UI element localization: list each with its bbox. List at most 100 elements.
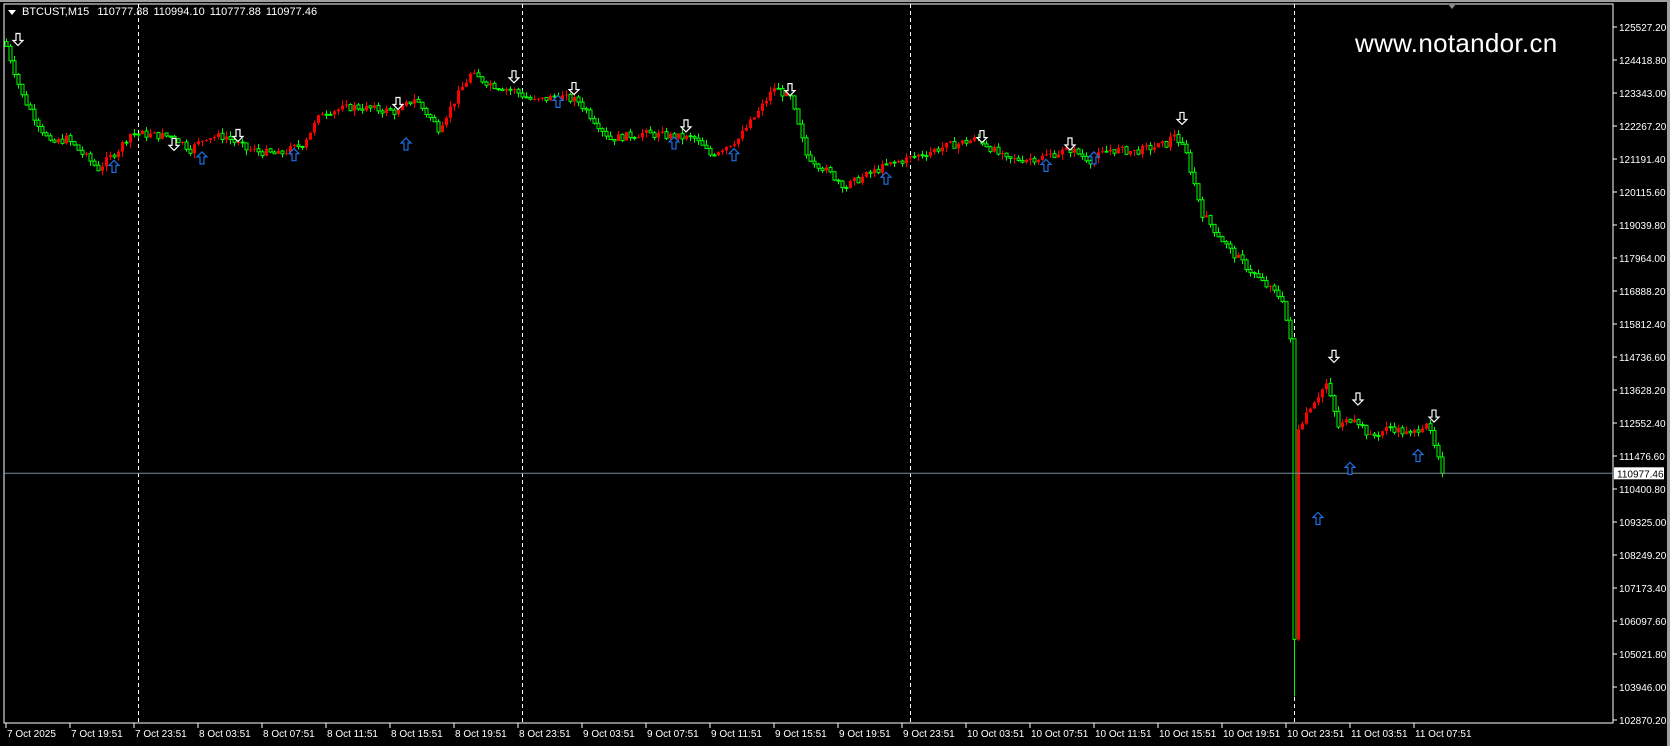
- bear-candle: [16, 73, 21, 85]
- bull-candle: [1121, 146, 1124, 148]
- bull-candle: [1153, 147, 1156, 150]
- bull-candle: [205, 139, 208, 141]
- bear-candle: [1256, 273, 1261, 278]
- bear-candle: [44, 132, 49, 137]
- chart-shift-marker-icon[interactable]: [1448, 4, 1456, 9]
- bear-candle: [988, 146, 993, 153]
- bear-candle: [832, 171, 837, 181]
- buy-arrow-icon: [1343, 461, 1357, 475]
- bear-candle: [604, 130, 609, 137]
- bear-candle: [1232, 247, 1237, 259]
- bear-candle: [376, 104, 381, 112]
- bear-candle: [652, 132, 657, 139]
- bull-candle: [1405, 431, 1408, 434]
- bear-candle: [132, 133, 137, 136]
- bear-candle: [884, 163, 889, 166]
- bull-candle: [973, 137, 976, 141]
- bear-candle: [428, 114, 433, 119]
- bull-candle: [737, 138, 740, 145]
- y-tick-label: 121191.40: [1619, 155, 1666, 166]
- bull-candle: [993, 147, 996, 152]
- bull-candle: [1317, 397, 1320, 403]
- bear-candle: [20, 83, 25, 96]
- bull-candle: [341, 105, 344, 110]
- y-tick-label: 116888.20: [1619, 287, 1666, 298]
- bear-candle: [552, 95, 557, 98]
- bear-candle: [844, 186, 849, 189]
- bull-candle: [961, 140, 964, 144]
- bull-candle: [65, 135, 68, 144]
- y-tick-label: 119039.80: [1619, 221, 1666, 232]
- bull-candle: [305, 139, 308, 148]
- bull-candle: [1109, 149, 1112, 152]
- bull-candle: [201, 140, 204, 142]
- bear-candle: [1272, 285, 1277, 291]
- sell-arrow-icon: [1327, 349, 1341, 364]
- bull-candle: [441, 125, 444, 133]
- bear-candle: [1336, 410, 1341, 428]
- bear-candle: [600, 128, 605, 132]
- bull-candle: [153, 132, 156, 134]
- y-tick-label: 124418.80: [1619, 56, 1667, 67]
- x-tick-label: 8 Oct 19:51: [455, 729, 507, 740]
- bear-candle: [688, 135, 693, 138]
- sell-arrow-icon: [11, 32, 25, 47]
- bear-candle: [912, 155, 917, 158]
- bear-candle: [584, 108, 589, 111]
- bull-candle: [397, 109, 400, 115]
- bear-candle: [272, 151, 277, 155]
- bull-candle: [197, 141, 200, 145]
- y-tick-label: 114736.60: [1619, 353, 1666, 364]
- y-tick-label: 117964.00: [1619, 254, 1666, 265]
- bear-candle: [812, 160, 817, 165]
- bull-candle: [181, 141, 184, 143]
- watermark: www.notandor.cn: [1355, 28, 1558, 58]
- bear-candle: [432, 117, 437, 123]
- bear-candle: [1220, 236, 1225, 243]
- bull-candle: [725, 146, 728, 151]
- dropdown-triangle-icon[interactable]: [8, 9, 16, 15]
- x-tick-label: 8 Oct 07:51: [263, 729, 315, 740]
- bear-candle: [1224, 241, 1229, 245]
- bull-candle: [741, 130, 744, 139]
- bear-candle: [268, 148, 273, 153]
- y-tick-label: 110400.80: [1619, 485, 1666, 496]
- bear-candle: [1376, 434, 1381, 437]
- bull-candle: [449, 106, 452, 118]
- bear-candle: [1356, 419, 1361, 426]
- bull-candle: [765, 100, 768, 104]
- bear-candle: [416, 98, 421, 103]
- bear-candle: [580, 101, 585, 110]
- bull-candle: [773, 88, 776, 92]
- x-tick-label: 9 Oct 03:51: [583, 729, 635, 740]
- bear-candle: [4, 41, 9, 47]
- bull-candle: [101, 166, 104, 171]
- bear-candle: [388, 108, 393, 111]
- bull-candle: [505, 89, 508, 91]
- bull-candle: [549, 96, 552, 101]
- x-tick-label: 7 Oct 2025: [7, 729, 56, 740]
- x-tick-label: 10 Oct 19:51: [1223, 729, 1281, 740]
- bull-candle: [573, 97, 576, 102]
- bear-candle: [632, 137, 637, 140]
- price-chart[interactable]: 125527.20 124418.80 123343.00 122267.20 1211…: [0, 0, 1670, 746]
- x-tick-label: 9 Oct 11:51: [711, 729, 762, 740]
- bull-candle: [929, 151, 932, 156]
- bull-candle: [897, 161, 900, 163]
- bull-candle: [1341, 422, 1344, 428]
- bull-candle: [861, 176, 864, 183]
- bull-candle: [1369, 433, 1372, 436]
- bear-candle: [1328, 382, 1333, 397]
- bear-candle: [240, 141, 245, 144]
- bear-candle: [1084, 155, 1089, 162]
- x-tick-label: 10 Oct 07:51: [1031, 729, 1089, 740]
- bear-candle: [1264, 280, 1269, 288]
- bull-candle: [1353, 419, 1356, 423]
- bull-candle: [949, 141, 952, 143]
- bear-candle: [1212, 223, 1217, 234]
- bull-candle: [881, 163, 884, 173]
- bull-candle: [513, 89, 516, 91]
- bull-candle: [453, 103, 456, 107]
- bull-candle: [489, 83, 492, 86]
- bear-candle: [124, 141, 129, 144]
